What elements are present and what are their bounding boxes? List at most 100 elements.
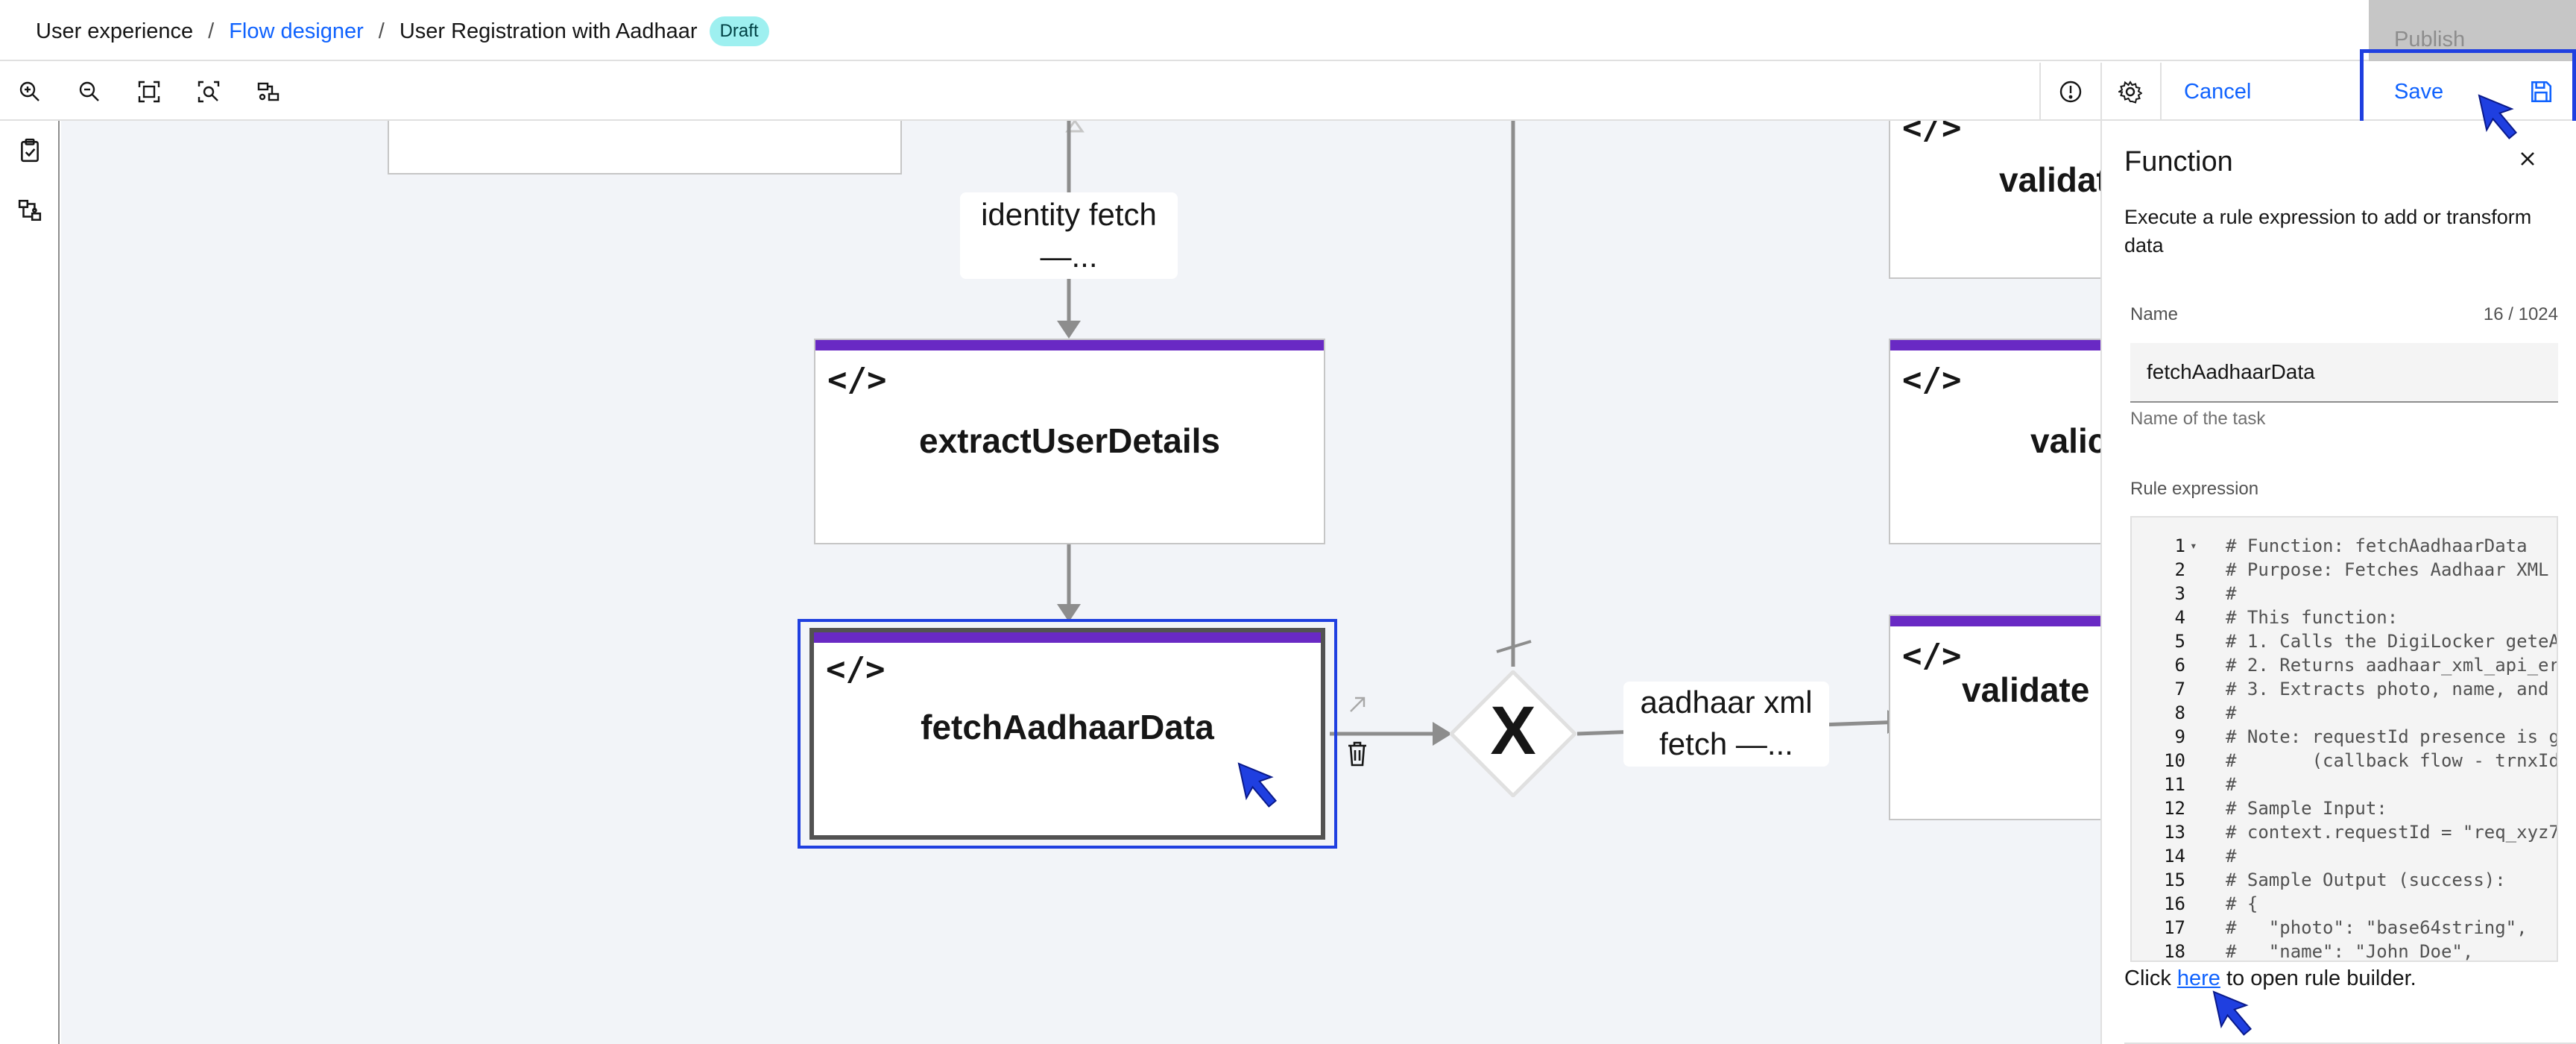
open-node-icon[interactable] xyxy=(1346,694,1368,716)
breadcrumb-flow-designer[interactable]: Flow designer xyxy=(229,16,364,46)
code-line: 14 # xyxy=(2132,844,2557,868)
node-fetch-aadhaar-data[interactable]: </> fetchAadhaarData xyxy=(809,628,1325,840)
code-text: # Sample Input: xyxy=(2226,798,2387,819)
close-icon[interactable] xyxy=(2509,140,2546,177)
code-text: # (callback flow - trnxId xyxy=(2226,750,2558,771)
flow-canvas[interactable]: identity fetch —... </> extractUserDetai… xyxy=(61,121,2100,1044)
line-number: 17 xyxy=(2164,917,2185,938)
breadcrumb-user-experience[interactable]: User experience xyxy=(36,16,193,46)
code-text: # xyxy=(2226,846,2237,867)
code-line: 11 # xyxy=(2132,773,2557,796)
line-number: 2 xyxy=(2174,559,2185,580)
line-number: 18 xyxy=(2164,941,2185,962)
fold-toggle-icon[interactable]: ▾ xyxy=(2190,534,2197,558)
node-title: validate xyxy=(1962,670,2090,709)
publish-button[interactable]: Publish xyxy=(2369,0,2576,61)
line-number: 7 xyxy=(2174,679,2185,699)
code-text: # context.requestId = "req_xyz7 xyxy=(2226,822,2558,843)
code-line: 6 # 2. Returns aadhaar_xml_api_er xyxy=(2132,653,2557,677)
page-title: User Registration with Aadhaar xyxy=(399,19,698,43)
code-text: # "photo": "base64string", xyxy=(2226,917,2528,938)
code-text: # xyxy=(2226,702,2237,723)
node-accent-bar xyxy=(1890,616,2100,626)
code-text: # "name": "John Doe", xyxy=(2226,941,2474,962)
fit-to-screen-icon[interactable] xyxy=(119,63,179,121)
breadcrumb-separator: / xyxy=(208,19,215,43)
name-field-label: Name xyxy=(2130,304,2179,324)
partial-node-top-left[interactable] xyxy=(388,121,902,174)
zoom-to-selection-icon[interactable] xyxy=(179,63,239,121)
flow-map-icon[interactable] xyxy=(0,180,60,240)
delete-icon[interactable] xyxy=(1346,741,1368,767)
open-rule-builder-link[interactable]: here xyxy=(2177,966,2220,990)
code-icon: </> xyxy=(1902,121,1962,147)
line-number: 12 xyxy=(2164,798,2185,819)
panel-title: Function xyxy=(2124,146,2233,177)
breadcrumb: User experience / Flow designer / User R… xyxy=(36,16,769,46)
code-line: 17 # "photo": "base64string", xyxy=(2132,916,2557,940)
code-line: 16 # { xyxy=(2132,892,2557,916)
code-line: 7 # 3. Extracts photo, name, and xyxy=(2132,677,2557,701)
code-text: # 3. Extracts photo, name, and xyxy=(2226,679,2549,699)
panel-description: Execute a rule expression to add or tran… xyxy=(2124,206,2532,257)
task-list-icon[interactable] xyxy=(0,121,60,180)
code-line: 18 # "name": "John Doe", xyxy=(2132,940,2557,962)
function-properties-panel: Function Execute a rule expression to ad… xyxy=(2100,121,2576,1044)
edge-label-line: aadhaar xml xyxy=(1640,685,1813,720)
line-number: 5 xyxy=(2174,631,2185,652)
code-text: # xyxy=(2226,774,2237,795)
edge-label-identity-fetch[interactable]: identity fetch —... xyxy=(960,192,1178,279)
code-line: 15 # Sample Output (success): xyxy=(2132,868,2557,892)
node-title: validat xyxy=(1999,160,2100,199)
code-line: 1 # Function: fetchAadhaarData ▾ xyxy=(2132,534,2557,558)
code-line: 3 # xyxy=(2132,582,2557,606)
save-icon xyxy=(2531,81,2552,103)
line-number: 1 xyxy=(2174,535,2185,556)
line-number: 13 xyxy=(2164,822,2185,843)
node-extract-user-details[interactable]: </> extractUserDetails xyxy=(814,339,1325,544)
code-text: # { xyxy=(2226,893,2258,914)
line-number: 3 xyxy=(2174,583,2185,604)
code-line: 8 # xyxy=(2132,701,2557,725)
node-validate-middle[interactable]: </> valic xyxy=(1889,339,2100,544)
task-name-input[interactable] xyxy=(2130,343,2558,403)
info-icon[interactable] xyxy=(2041,63,2100,121)
code-text: # xyxy=(2226,583,2237,604)
cancel-button[interactable]: Cancel xyxy=(2162,63,2273,121)
node-validate-bottom[interactable]: </> validate xyxy=(1889,614,2100,820)
code-line: 2 # Purpose: Fetches Aadhaar XML xyxy=(2132,558,2557,582)
line-number: 14 xyxy=(2164,846,2185,867)
code-text: # Note: requestId presence is g xyxy=(2226,726,2558,747)
code-text: # Function: fetchAadhaarData xyxy=(2226,535,2528,556)
gateway-x-label: X xyxy=(1490,693,1535,769)
save-button[interactable]: Save xyxy=(2360,63,2576,121)
node-accent-bar xyxy=(1890,340,2100,350)
rule-expression-label: Rule expression xyxy=(2130,479,2259,499)
code-line: 12 # Sample Input: xyxy=(2132,796,2557,820)
code-icon: </> xyxy=(827,361,887,399)
node-accent-bar xyxy=(814,632,1321,643)
code-icon: </> xyxy=(1902,637,1962,675)
edge-label-line: —... xyxy=(1040,239,1098,274)
node-title: valic xyxy=(2030,421,2100,460)
node-validate-top[interactable]: </> validat xyxy=(1889,121,2100,279)
zoom-out-icon[interactable] xyxy=(60,63,119,121)
status-badge: Draft xyxy=(709,16,769,46)
exclusive-gateway[interactable]: X xyxy=(1448,669,1578,799)
code-text: # This function: xyxy=(2226,607,2399,628)
code-line: 5 # 1. Calls the DigiLocker geteA xyxy=(2132,629,2557,653)
rule-expression-editor[interactable]: 1 # Function: fetchAadhaarData ▾ 2 # Purpose… xyxy=(2130,516,2558,962)
rule-builder-hint: Click here to open rule builder. xyxy=(2124,966,2416,991)
auto-layout-icon[interactable] xyxy=(239,63,298,121)
gear-icon[interactable] xyxy=(2100,63,2160,121)
line-number: 10 xyxy=(2164,750,2185,771)
code-icon: </> xyxy=(1902,361,1962,399)
character-count: 16 / 1024 xyxy=(2483,304,2558,324)
edge-label-aadhaar-xml-fetch[interactable]: aadhaar xml fetch —... xyxy=(1623,682,1829,767)
edge-label-line: identity fetch xyxy=(981,197,1157,232)
code-text: # 2. Returns aadhaar_xml_api_er xyxy=(2226,655,2558,676)
line-number: 4 xyxy=(2174,607,2185,628)
line-number: 11 xyxy=(2164,774,2185,795)
zoom-in-icon[interactable] xyxy=(0,63,60,121)
line-number: 9 xyxy=(2174,726,2185,747)
